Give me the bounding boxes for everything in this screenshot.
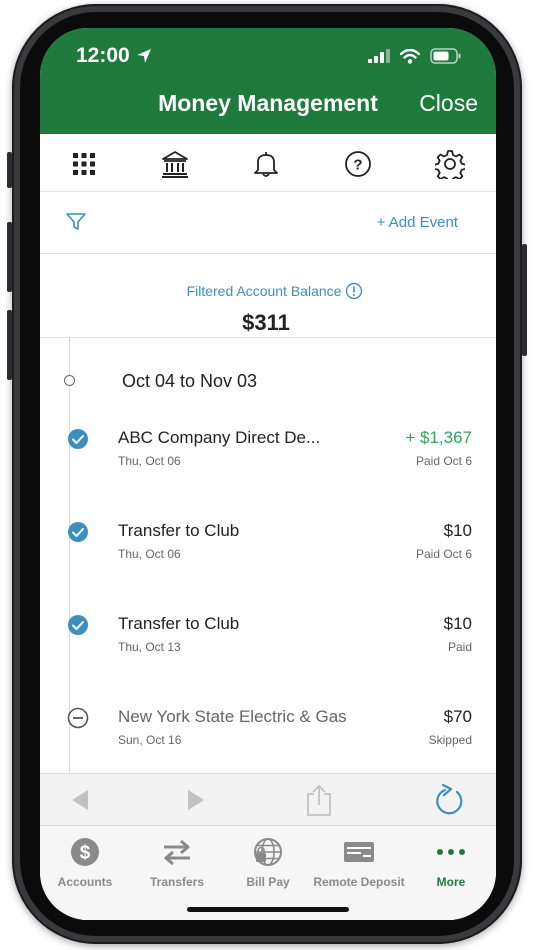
event-title: New York State Electric & Gas (118, 707, 347, 726)
event-row[interactable]: ABC Company Direct De... Thu, Oct 06 + $… (40, 428, 496, 488)
back-arrow-icon (72, 790, 88, 810)
status-time: 12:00 (76, 44, 152, 68)
help-button[interactable]: ? (343, 149, 373, 179)
forward-button[interactable] (182, 784, 210, 816)
tab-bar: $ Accounts Transfers Bill Pay Remote Dep… (40, 825, 496, 920)
event-amount: $10 (443, 521, 472, 540)
event-date: Thu, Oct 13 (118, 640, 181, 654)
check-circle-icon (68, 429, 88, 449)
settings-button[interactable] (435, 149, 465, 179)
event-status: Paid (447, 640, 472, 654)
filter-icon (66, 213, 86, 230)
event-row[interactable]: Transfer to Club Thu, Oct 06 $10 Paid Oc… (40, 521, 496, 581)
volume-up-button (7, 222, 12, 292)
event-title: ABC Company Direct De... (118, 428, 321, 447)
tab-accounts[interactable]: $ Accounts (40, 836, 131, 889)
transfer-arrows-icon (164, 839, 190, 866)
event-date: Sun, Oct 16 (118, 733, 182, 747)
more-dots-icon (437, 849, 465, 855)
event-title: Transfer to Club (118, 521, 240, 540)
range-marker-icon (64, 375, 75, 386)
mute-switch (7, 152, 12, 188)
share-button[interactable] (304, 784, 334, 816)
help-icon: ? (345, 151, 371, 177)
tab-bill-pay-label: Bill Pay (246, 875, 290, 889)
filter-button[interactable] (66, 213, 86, 236)
home-indicator[interactable] (187, 907, 349, 912)
bank-icon (162, 151, 188, 178)
close-button[interactable]: Close (419, 90, 478, 117)
location-arrow-icon (136, 49, 151, 63)
status-indicators (368, 48, 462, 64)
wifi-icon (400, 48, 420, 64)
balance-info-button[interactable] (345, 282, 363, 305)
refresh-icon (436, 784, 463, 815)
tab-remote-deposit[interactable]: Remote Deposit (313, 836, 405, 889)
event-row[interactable]: New York State Electric & Gas Sun, Oct 1… (40, 707, 496, 767)
minus-circle-icon (67, 707, 89, 729)
event-title: Transfer to Club (118, 614, 240, 633)
event-date: Thu, Oct 06 (118, 547, 181, 561)
share-icon (307, 784, 331, 816)
svg-text:$: $ (80, 843, 91, 864)
tab-remote-deposit-label: Remote Deposit (313, 875, 405, 889)
filter-row: + Add Event (40, 192, 496, 254)
gear-icon (435, 150, 465, 179)
battery-icon (430, 48, 461, 64)
volume-down-button (7, 310, 12, 380)
balance-value: $311 (242, 310, 290, 335)
dollar-circle-icon: $ (71, 838, 99, 866)
date-range-label: Oct 04 to Nov 03 (122, 371, 258, 391)
toolbar: ? (40, 134, 496, 192)
event-amount: $70 (443, 707, 472, 726)
grid-icon (73, 153, 95, 175)
status-time-label: 12:00 (76, 44, 130, 67)
tab-accounts-label: Accounts (57, 875, 113, 889)
alerts-button[interactable] (251, 149, 281, 179)
check-circle-icon (68, 615, 88, 635)
tab-transfers[interactable]: Transfers (131, 836, 223, 889)
event-amount: + $1,367 (405, 428, 472, 447)
cellular-signal-icon (368, 49, 390, 63)
check-circle-icon (68, 522, 88, 542)
balance-label: Filtered Account Balance (186, 283, 342, 299)
add-event-button[interactable]: + Add Event (377, 214, 458, 231)
tab-transfers-label: Transfers (149, 875, 205, 889)
check-deposit-icon (344, 842, 374, 862)
globe-lock-icon (254, 838, 282, 866)
browser-toolbar (40, 773, 496, 825)
event-amount: $10 (443, 614, 472, 633)
event-status: Paid Oct 6 (415, 454, 472, 468)
refresh-button[interactable] (434, 784, 466, 816)
back-button[interactable] (66, 784, 94, 816)
svg-text:?: ? (353, 157, 362, 174)
app-header: 12:00 Money Management Close (40, 28, 496, 134)
forward-arrow-icon (188, 790, 204, 810)
info-icon (345, 282, 363, 300)
tab-more-label: More (436, 875, 466, 889)
grid-menu-button[interactable] (69, 149, 99, 179)
bell-icon (254, 152, 278, 177)
accounts-button[interactable] (160, 149, 190, 179)
power-button (522, 244, 527, 356)
tab-more[interactable]: More (405, 836, 496, 889)
event-status: Paid Oct 6 (415, 547, 472, 561)
tab-bill-pay[interactable]: Bill Pay (222, 836, 314, 889)
app-screen: 12:00 Money Management Close ? + Add Eve… (40, 28, 496, 920)
event-date: Thu, Oct 06 (118, 454, 181, 468)
event-row[interactable]: Transfer to Club Thu, Oct 13 $10 Paid (40, 614, 496, 674)
event-status: Skipped (428, 733, 472, 747)
balance-section: Filtered Account Balance $311 (40, 254, 496, 338)
